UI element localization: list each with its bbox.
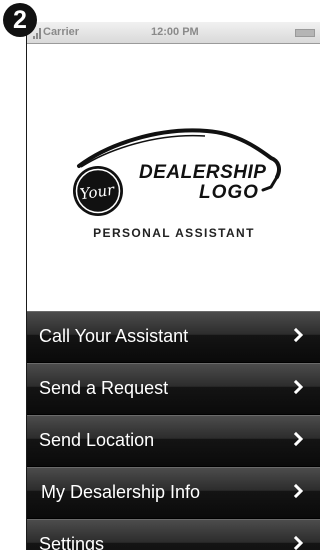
menu-item-call-assistant[interactable]: Call Your Assistant <box>27 311 320 363</box>
carrier-label: Carrier <box>43 26 80 38</box>
chevron-right-icon <box>293 431 304 447</box>
chevron-right-icon <box>293 483 304 499</box>
menu-item-settings[interactable]: Settings <box>27 519 320 550</box>
menu-item-label: Send a Request <box>39 378 169 398</box>
menu-item-label: Settings <box>39 534 105 550</box>
main-menu: Call Your Assistant Send a Request Send … <box>27 311 320 550</box>
menu-item-label: Call Your Assistant <box>39 326 189 346</box>
app-subtitle: PERSONAL ASSISTANT <box>93 226 255 240</box>
dealership-logo-area: Your DEALERSHIP LOGO PERSONAL ASSISTANT <box>27 45 320 311</box>
menu-item-send-request[interactable]: Send a Request <box>27 363 320 415</box>
battery-icon <box>295 29 315 37</box>
chevron-right-icon <box>293 379 304 395</box>
chevron-right-icon <box>293 535 304 550</box>
menu-item-dealership-info[interactable]: My Desalership Info <box>27 467 320 519</box>
logo-line-2: LOGO <box>199 182 259 203</box>
menu-item-label: Send Location <box>39 430 155 450</box>
step-number-badge: 2 <box>3 3 37 37</box>
status-bar: Carrier 12:00 PM <box>27 22 320 44</box>
logo-line-1: DEALERSHIP <box>139 162 267 183</box>
phone-screen: Carrier 12:00 PM Your DEALERSHIP LOGO PE… <box>26 22 320 550</box>
chevron-right-icon <box>293 327 304 343</box>
menu-item-send-location[interactable]: Send Location <box>27 415 320 467</box>
menu-item-label: My Desalership Info <box>41 482 201 502</box>
status-time: 12:00 PM <box>151 26 199 38</box>
